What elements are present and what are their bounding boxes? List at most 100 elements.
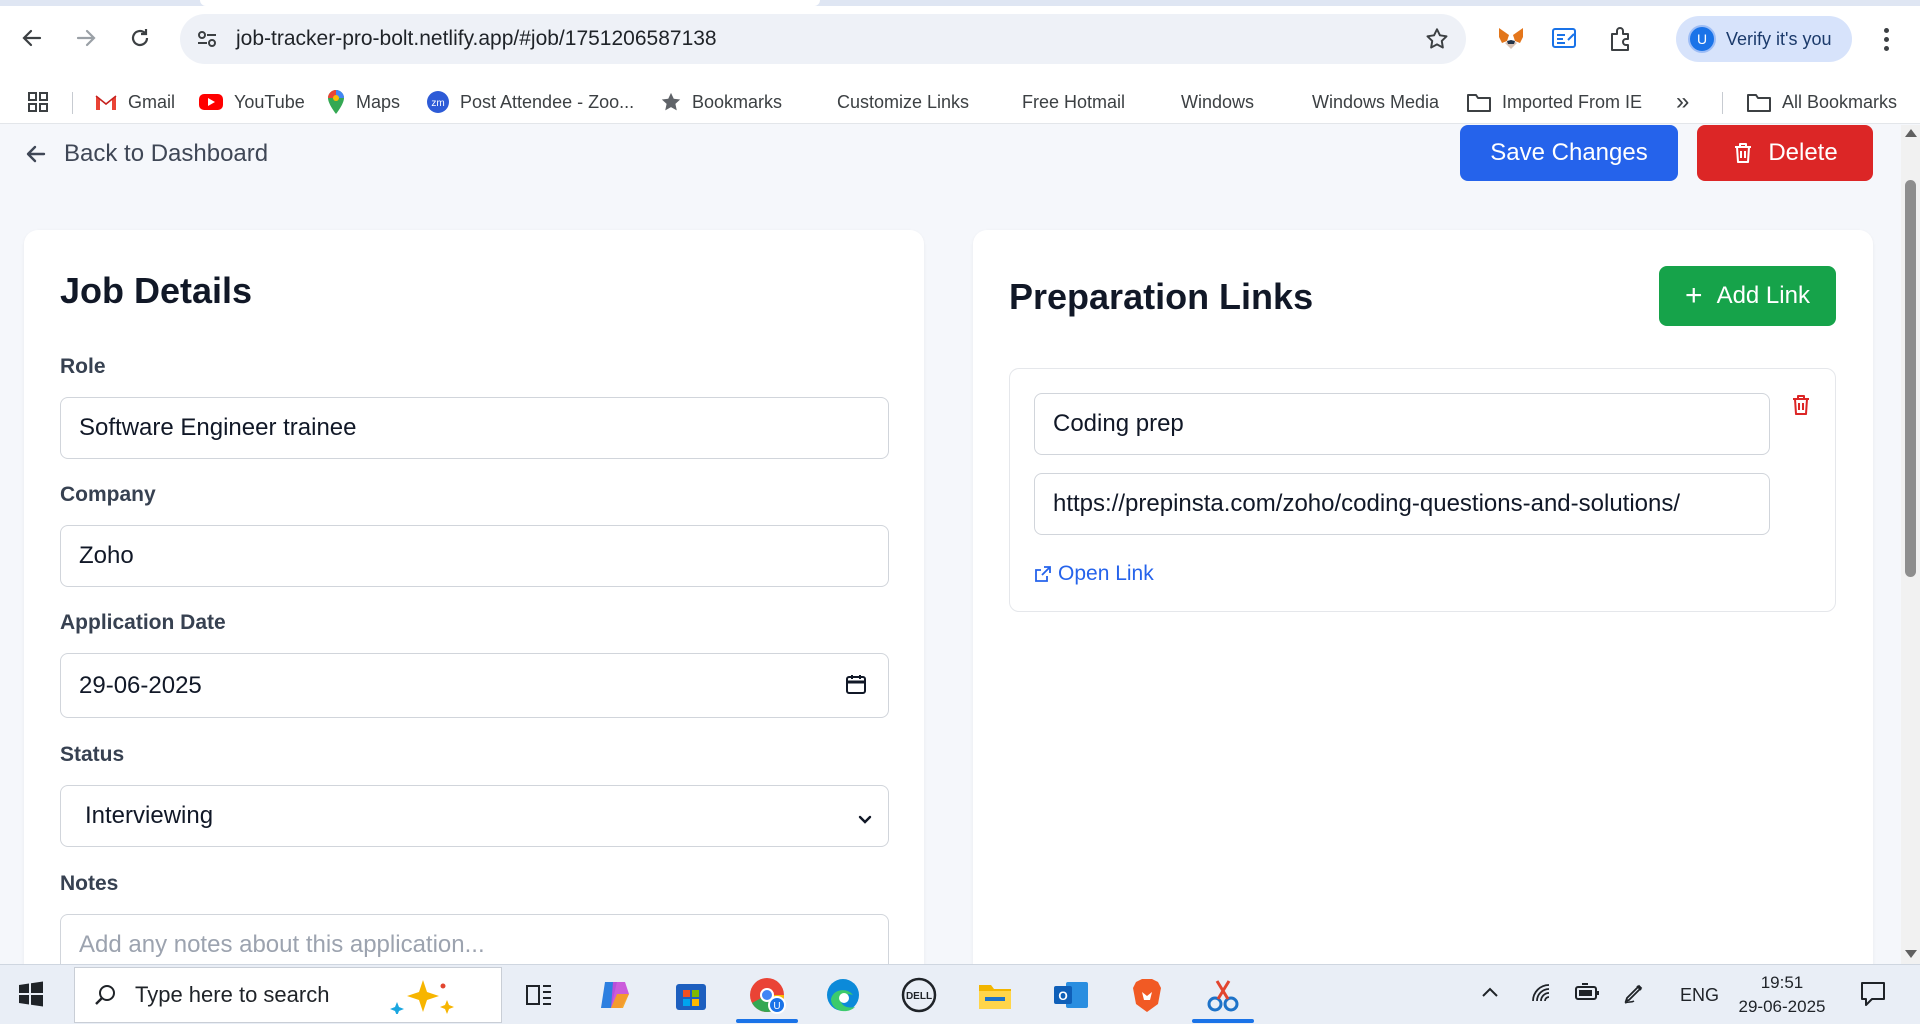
bookmark-windows-media[interactable]: Windows Media <box>1278 88 1439 116</box>
back-to-dashboard-link[interactable]: Back to Dashboard <box>24 137 268 171</box>
calendar-icon[interactable] <box>844 672 868 703</box>
bookmark-star-icon[interactable] <box>1424 26 1450 57</box>
notifications-icon[interactable] <box>1858 979 1888 1014</box>
job-details-title: Job Details <box>60 270 253 311</box>
profile-label: Verify it's you <box>1726 28 1832 49</box>
bookmark-gmail[interactable]: Gmail <box>94 88 175 116</box>
url-text[interactable]: job-tracker-pro-bolt.netlify.app/#job/17… <box>236 27 717 51</box>
outlook-icon[interactable]: O <box>1046 971 1096 1019</box>
all-bookmarks[interactable]: All Bookmarks <box>1746 88 1897 116</box>
pen-icon[interactable] <box>1622 981 1646 1010</box>
external-link-icon <box>1035 566 1051 582</box>
bookmark-customize-links[interactable]: Customize Links <box>803 88 969 116</box>
browser-toolbar: job-tracker-pro-bolt.netlify.app/#job/17… <box>0 0 1920 80</box>
svg-text:zm: zm <box>431 98 444 109</box>
brave-icon[interactable] <box>1122 971 1172 1019</box>
forward-nav-icon[interactable] <box>70 22 102 54</box>
metamask-extension-icon[interactable] <box>1494 22 1528 56</box>
folder-icon <box>1466 91 1492 113</box>
reload-icon[interactable] <box>124 22 156 54</box>
delete-button[interactable]: Delete <box>1697 125 1873 181</box>
system-clock[interactable]: 19:51 29-06-2025 <box>1730 971 1834 1019</box>
bookmarks-overflow-chevron-icon[interactable]: » <box>1676 88 1689 116</box>
clock-date: 29-06-2025 <box>1738 997 1826 1016</box>
tab-strip <box>0 0 1920 6</box>
add-link-button[interactable]: + Add Link <box>1659 266 1836 326</box>
gmail-icon <box>94 92 118 112</box>
scroll-down-icon[interactable] <box>1905 950 1917 958</box>
avatar: U <box>1688 25 1716 53</box>
open-link[interactable]: Open Link <box>1034 562 1154 586</box>
bookmark-imported-from-ie[interactable]: Imported From IE <box>1466 88 1642 116</box>
remove-link-trash-icon[interactable] <box>1791 393 1811 422</box>
job-details-card: Job Details Role Software Engineer train… <box>24 230 924 964</box>
apps-grid-icon[interactable] <box>26 88 50 116</box>
application-date-input[interactable]: 29-06-2025 <box>60 653 889 718</box>
edge-icon[interactable] <box>818 971 868 1019</box>
arrow-left-icon <box>26 145 46 163</box>
scroll-up-icon[interactable] <box>1905 129 1917 137</box>
role-input[interactable]: Software Engineer trainee <box>60 397 889 459</box>
show-hidden-icons-chevron-icon[interactable] <box>1480 983 1500 1004</box>
status-select[interactable]: Interviewing <box>60 785 889 847</box>
bookmark-free-hotmail[interactable]: Free Hotmail <box>988 88 1125 116</box>
maps-icon <box>326 89 346 115</box>
svg-text:U: U <box>773 1001 780 1012</box>
delete-label: Delete <box>1768 139 1838 166</box>
trash-icon <box>1735 143 1752 163</box>
battery-icon[interactable] <box>1574 981 1602 1008</box>
link-url-input[interactable]: https://prepinsta.com/zoho/coding-questi… <box>1034 473 1770 535</box>
save-changes-button[interactable]: Save Changes <box>1460 125 1678 181</box>
profile-button[interactable]: U Verify it's you <box>1676 16 1852 62</box>
browser-menu-icon[interactable] <box>1874 22 1898 56</box>
task-view-icon[interactable] <box>514 971 564 1019</box>
company-input[interactable]: Zoho <box>60 525 889 587</box>
search-placeholder: Type here to search <box>135 982 330 1007</box>
svg-text:DELL: DELL <box>906 991 932 1002</box>
bookmark-windows[interactable]: Windows <box>1147 88 1254 116</box>
bookmark-maps[interactable]: Maps <box>326 88 400 116</box>
role-label: Role <box>60 355 106 378</box>
dell-icon[interactable]: DELL <box>894 971 944 1019</box>
notes-textarea[interactable]: Add any notes about this application... <box>60 914 889 964</box>
status-value: Interviewing <box>85 802 214 829</box>
microsoft-icon <box>1147 90 1171 114</box>
windows-start-icon[interactable] <box>18 981 44 1012</box>
link-name-input[interactable]: Coding prep <box>1034 393 1770 455</box>
bookmark-zoom[interactable]: zm Post Attendee - Zoo... <box>426 88 634 116</box>
page-content: Back to Dashboard Save Changes Delete Jo… <box>0 125 1920 964</box>
back-nav-icon[interactable] <box>16 22 48 54</box>
back-label: Back to Dashboard <box>64 140 269 167</box>
bookmark-bookmarks[interactable]: Bookmarks <box>660 88 782 116</box>
reader-extension-icon[interactable] <box>1548 22 1582 56</box>
preparation-links-card: Preparation Links + Add Link Coding prep… <box>973 230 1873 964</box>
zoom-icon: zm <box>426 90 450 114</box>
youtube-icon <box>198 92 224 112</box>
chrome-taskbar-icon[interactable]: U <box>736 971 798 1023</box>
company-label: Company <box>60 483 156 506</box>
address-bar[interactable]: job-tracker-pro-bolt.netlify.app/#job/17… <box>180 14 1466 64</box>
wifi-icon[interactable] <box>1530 981 1554 1008</box>
svg-text:O: O <box>1058 989 1067 1003</box>
site-info-icon[interactable] <box>196 28 218 55</box>
bookmarks-bar: Gmail YouTube Maps zm Post Attendee - Zo… <box>0 80 1920 124</box>
star-icon <box>660 91 682 113</box>
prep-link-item: Coding prep https://prepinsta.com/zoho/c… <box>1009 368 1836 612</box>
microsoft-store-icon[interactable] <box>666 971 716 1019</box>
folder-icon <box>1746 91 1772 113</box>
copilot-app-icon[interactable] <box>590 971 640 1019</box>
language-indicator[interactable]: ENG <box>1680 985 1719 1006</box>
scrollbar-thumb[interactable] <box>1905 180 1916 577</box>
file-explorer-icon[interactable] <box>970 971 1020 1019</box>
status-label: Status <box>60 743 125 766</box>
snipping-tool-icon[interactable] <box>1192 971 1254 1023</box>
active-tab[interactable] <box>200 0 820 6</box>
page-scrollbar[interactable] <box>1901 125 1920 964</box>
application-date-label: Application Date <box>60 611 226 634</box>
bookmark-youtube[interactable]: YouTube <box>198 88 305 116</box>
taskbar-search-box[interactable]: Type here to search <box>74 967 502 1023</box>
extensions-puzzle-icon[interactable] <box>1604 22 1638 56</box>
microsoft-icon <box>1278 90 1302 114</box>
add-link-label: Add Link <box>1716 282 1810 309</box>
preparation-links-title: Preparation Links <box>1009 276 1314 317</box>
